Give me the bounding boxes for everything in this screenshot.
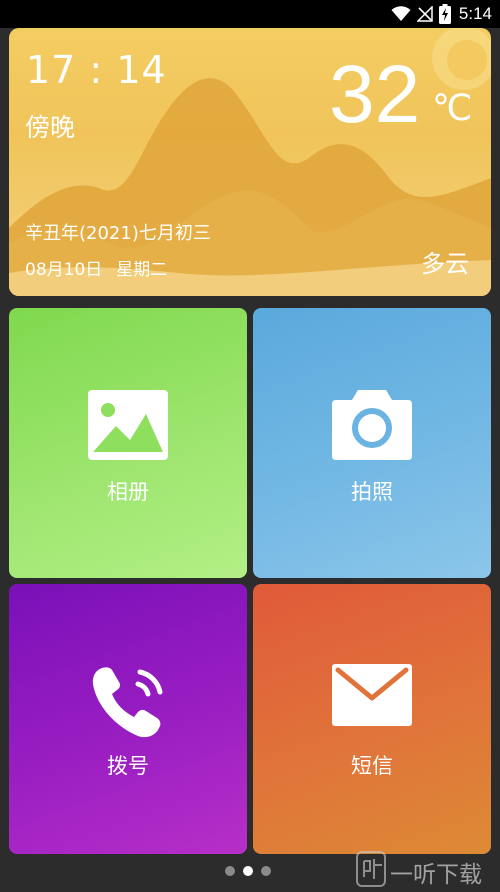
photo-album-icon xyxy=(88,390,168,460)
album-tile[interactable]: 相册 xyxy=(9,308,247,578)
status-time: 5:14 xyxy=(458,4,492,23)
lunar-date: 辛丑年(2021)七月初三 xyxy=(25,223,211,244)
camera-icon xyxy=(332,390,412,460)
temperature-unit: ℃ xyxy=(432,88,473,129)
messages-label: 短信 xyxy=(351,754,393,778)
battery-charging-icon xyxy=(438,4,451,24)
weather-condition: 多云 xyxy=(421,250,469,278)
temperature-value: 32 xyxy=(329,49,421,140)
phone-icon xyxy=(92,667,163,738)
album-label: 相册 xyxy=(107,480,149,504)
dialer-tile[interactable]: 拨号 xyxy=(9,584,247,854)
time-period: 傍晚 xyxy=(25,113,76,142)
page-dot-2[interactable] xyxy=(243,866,253,876)
no-signal-icon xyxy=(416,6,433,22)
page-indicator xyxy=(225,866,271,876)
watermark-text: 一听下载 xyxy=(390,862,482,888)
status-bar: 5:14 xyxy=(0,0,500,28)
camera-tile[interactable]: 拍照 xyxy=(253,308,491,578)
messages-tile[interactable]: 短信 xyxy=(253,584,491,854)
page-dot-1[interactable] xyxy=(225,866,235,876)
weekday: 星期二 xyxy=(116,260,168,280)
envelope-icon xyxy=(332,664,412,726)
date-line: 08月10日 星期二 xyxy=(25,255,167,280)
watermark-logo-icon xyxy=(356,851,386,887)
wifi-icon xyxy=(391,6,411,21)
clock-time: 17 : 14 xyxy=(26,48,167,92)
dialer-label: 拨号 xyxy=(107,754,149,778)
date: 08月10日 xyxy=(25,260,103,280)
camera-label: 拍照 xyxy=(351,480,393,504)
status-icons: 5:14 xyxy=(391,4,492,24)
page-dot-3[interactable] xyxy=(261,866,271,876)
watermark: 一听下载 xyxy=(356,851,496,889)
weather-widget[interactable]: 17 : 14 傍晚 32 ℃ 辛丑年(2021)七月初三 08月10日 星期二 … xyxy=(9,28,491,296)
